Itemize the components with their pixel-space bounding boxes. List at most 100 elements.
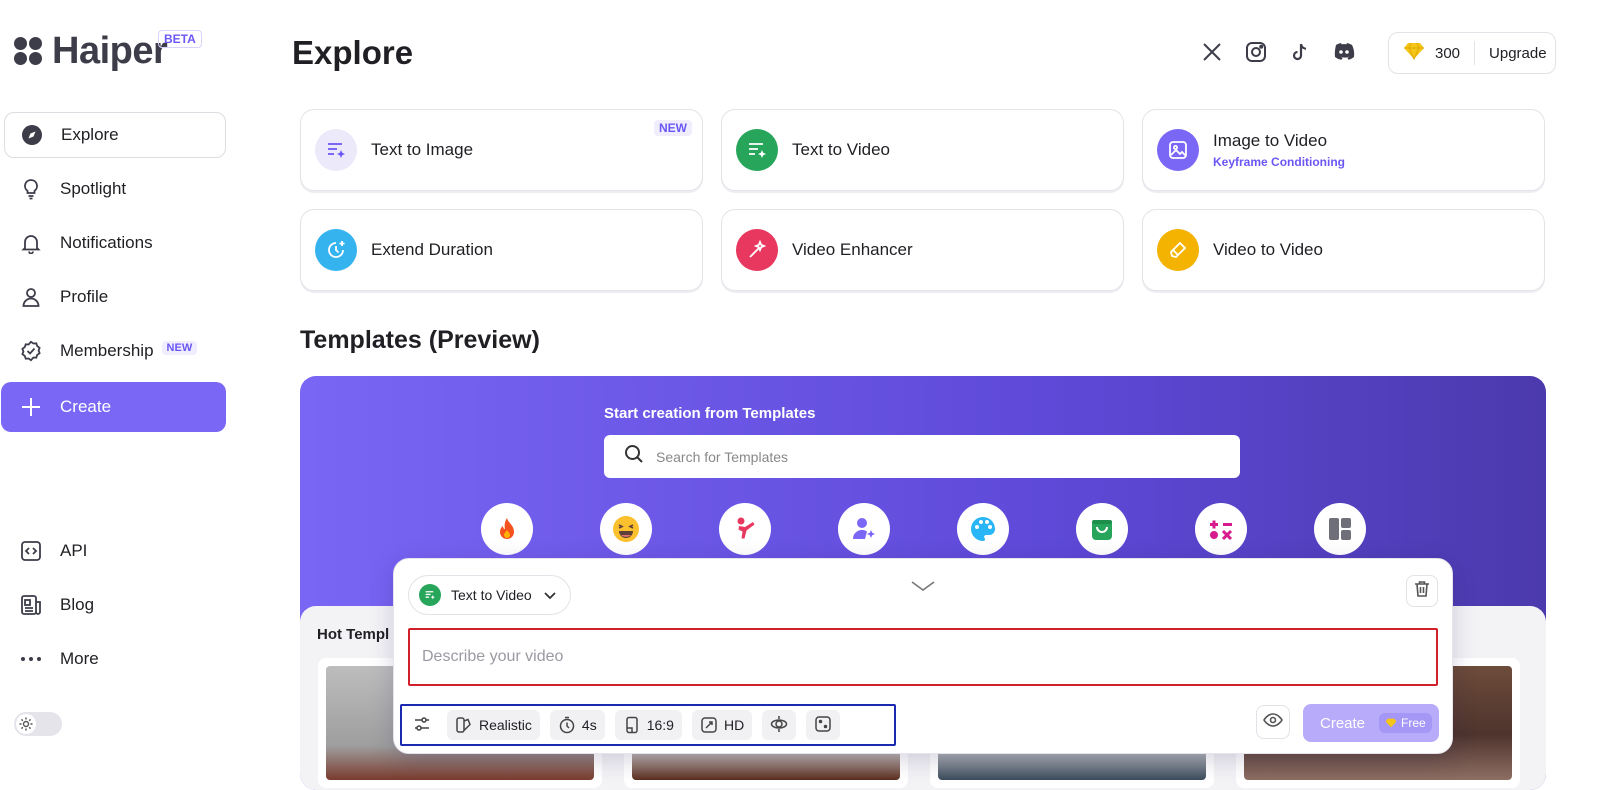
- tool-text-to-image[interactable]: Text to Image NEW: [300, 109, 703, 191]
- text-video-icon: [419, 584, 441, 606]
- tiktok-icon[interactable]: [1288, 40, 1312, 64]
- nav-label: Notifications: [60, 233, 153, 252]
- aspect-ratio-icon: [623, 716, 641, 734]
- nav-item-api[interactable]: API: [4, 528, 226, 574]
- bell-icon: [20, 232, 42, 254]
- settings-button[interactable]: [407, 710, 437, 740]
- nav-item-spotlight[interactable]: Spotlight: [4, 166, 226, 212]
- badge-check-icon: [20, 340, 42, 362]
- camera-motion-button[interactable]: [762, 710, 797, 740]
- nav-label: Explore: [61, 125, 119, 144]
- chevron-down-icon: [544, 587, 556, 603]
- palette-icon[interactable]: [957, 503, 1009, 555]
- tool-label: Video to Video: [1213, 240, 1323, 259]
- instagram-icon[interactable]: [1244, 40, 1268, 64]
- generation-options: Realistic 4s 16:9 HD: [400, 704, 896, 746]
- credits-widget: 300 Upgrade: [1388, 32, 1556, 74]
- seed-button[interactable]: [806, 710, 841, 740]
- section-title: Templates (Preview): [300, 326, 540, 354]
- layout-grid-icon[interactable]: [1314, 503, 1366, 555]
- nav-item-explore[interactable]: Explore: [4, 112, 226, 158]
- create-composer: Text to Video Realistic 4s: [393, 558, 1453, 754]
- tool-video-to-video[interactable]: Video to Video: [1142, 209, 1545, 291]
- shopping-bag-icon[interactable]: [1076, 503, 1128, 555]
- x-icon[interactable]: [1200, 40, 1224, 64]
- orbit-icon: [770, 715, 788, 736]
- tool-sublabel: Keyframe Conditioning: [1213, 155, 1346, 169]
- divider: [1474, 41, 1476, 65]
- tool-label: Extend Duration: [371, 240, 493, 259]
- sliders-icon: [413, 715, 431, 736]
- nav-item-create[interactable]: Create: [1, 382, 226, 432]
- fire-icon[interactable]: [481, 503, 533, 555]
- visibility-toggle[interactable]: [1256, 705, 1290, 739]
- code-icon: [20, 540, 42, 562]
- mode-selector[interactable]: Text to Video: [408, 575, 571, 615]
- dice-icon: [814, 715, 832, 736]
- page-title: Explore: [292, 34, 414, 71]
- tool-image-to-video[interactable]: Image to Video Keyframe Conditioning: [1142, 109, 1545, 191]
- clear-button[interactable]: [1406, 575, 1438, 607]
- compass-icon: [21, 124, 43, 146]
- duration-selector[interactable]: 4s: [549, 710, 605, 740]
- logo-mark-icon: [14, 36, 44, 67]
- brand-name: Haiper: [52, 30, 168, 72]
- mode-label: Text to Video: [451, 587, 532, 603]
- nav-label: Profile: [60, 287, 109, 306]
- laugh-emoji-icon[interactable]: [600, 503, 652, 555]
- ratio-label: 16:9: [646, 717, 674, 733]
- plus-icon: [20, 396, 42, 418]
- nav-label: Spotlight: [60, 179, 127, 198]
- search-icon: [624, 444, 644, 469]
- theme-toggle[interactable]: [14, 712, 62, 736]
- gem-icon: [1385, 718, 1397, 728]
- upgrade-button[interactable]: Upgrade: [1489, 45, 1547, 62]
- nav-item-profile[interactable]: Profile: [4, 274, 226, 320]
- social-links: [1200, 40, 1356, 64]
- tool-video-enhancer[interactable]: Video Enhancer: [721, 209, 1124, 291]
- style-selector[interactable]: Realistic: [447, 710, 540, 740]
- new-tag: NEW: [654, 120, 692, 136]
- sidebar: Haiper BETA Explore Spotlight Notificati…: [0, 0, 240, 790]
- nav-label: Blog: [60, 595, 95, 614]
- duration-label: 4s: [581, 717, 597, 733]
- tool-label: Video Enhancer: [792, 240, 913, 259]
- template-search: [604, 435, 1240, 478]
- prompt-input[interactable]: [410, 630, 1436, 684]
- newspaper-icon: [20, 594, 42, 616]
- nav-label: Membership: [60, 341, 154, 360]
- nav-item-membership[interactable]: Membership NEW: [4, 328, 226, 374]
- nav-item-blog[interactable]: Blog: [4, 582, 226, 628]
- beta-badge: BETA: [158, 30, 202, 48]
- template-search-input[interactable]: [656, 448, 1216, 465]
- timer-plus-icon: [315, 229, 357, 271]
- text-image-icon: [315, 129, 357, 171]
- prompt-field: [408, 628, 1438, 686]
- free-badge: Free: [1379, 713, 1432, 733]
- new-tag: NEW: [161, 341, 198, 355]
- magic-wand-icon: [736, 229, 778, 271]
- user-sparkle-icon[interactable]: [838, 503, 890, 555]
- tool-extend-duration[interactable]: Extend Duration: [300, 209, 703, 291]
- primary-nav: Explore Spotlight Notifications Profile …: [0, 112, 240, 440]
- aspect-ratio-selector[interactable]: 16:9: [614, 710, 682, 740]
- dots-icon: [20, 648, 42, 670]
- collapse-chevron-icon[interactable]: [910, 579, 936, 597]
- resolution-icon: [700, 716, 718, 734]
- tool-text: Image to Video Keyframe Conditioning: [1213, 131, 1345, 169]
- nav-item-notifications[interactable]: Notifications: [4, 220, 226, 266]
- quality-selector[interactable]: HD: [691, 710, 753, 740]
- hot-templates-title: Hot Templ: [317, 626, 390, 643]
- tool-label: Image to Video: [1213, 131, 1328, 150]
- image-frame-icon: [1157, 129, 1199, 171]
- create-button[interactable]: Create Free: [1303, 704, 1439, 742]
- tool-label: Text to Image: [371, 140, 474, 159]
- nav-item-more[interactable]: More: [4, 636, 226, 682]
- discord-icon[interactable]: [1332, 40, 1356, 64]
- dance-figure-icon[interactable]: [719, 503, 771, 555]
- quality-label: HD: [723, 717, 745, 733]
- style-label: Realistic: [479, 717, 532, 733]
- shapes-icon[interactable]: [1195, 503, 1247, 555]
- tool-text-to-video[interactable]: Text to Video: [721, 109, 1124, 191]
- haiper-logo[interactable]: Haiper BETA: [14, 30, 202, 73]
